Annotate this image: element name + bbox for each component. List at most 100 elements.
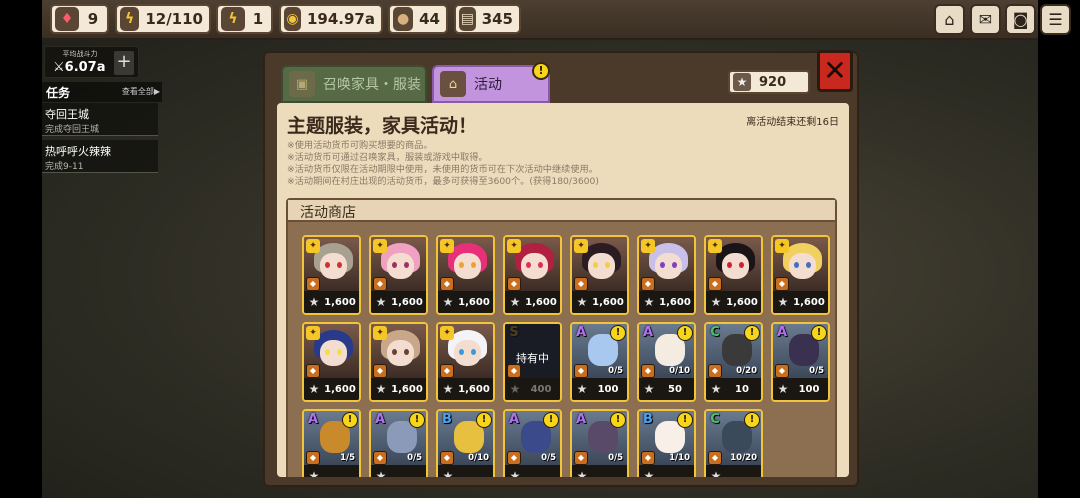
currency-value: 920 [759,74,787,90]
shop-item-card[interactable]: S持有中◆★400 [503,322,562,402]
star-coin-icon: ★ [308,295,320,309]
event-token-icon: ◆ [306,277,320,291]
event-token-icon: ◆ [373,451,387,465]
star-coin-icon: ★ [509,382,521,396]
event-token-icon: ◆ [574,277,588,291]
star-coin-icon: ★ [643,295,655,309]
tab-summon-furniture[interactable]: ▣ 召唤家具・服装 [281,65,427,103]
price-bar: ★ 100 [773,378,828,400]
costume-badge-icon: ✦ [306,326,320,340]
resource-gold: ◉ 194.97a [279,4,383,34]
shop-item-card[interactable]: A 0/5! ◆ ★ [503,409,562,477]
quest-view-all-link[interactable]: 查看全部▶ [122,86,160,97]
grade-label: C [710,325,720,340]
costume-badge-icon: ✦ [507,239,521,253]
stock-count: 0/5 [608,366,623,376]
shop-item-card[interactable]: B 0/10! ◆ ★ [436,409,495,477]
tab-label: 活动 [474,77,502,93]
shop-item-card[interactable]: A 0/10! ◆ ★ 50 [637,322,696,402]
event-token-icon: ◆ [708,277,722,291]
menu-button[interactable]: ☰ [1040,4,1071,35]
shop-item-card[interactable]: ✦ ◆ ★ 1,600 [503,235,562,315]
resource-boost: ϟ 1 [216,4,273,34]
price-bar: ★ [438,465,493,477]
star-coin-icon: ★ [643,382,655,396]
price-bar: ★ [572,465,627,477]
costume-badge-icon: ✦ [306,239,320,253]
event-token-icon: ◆ [373,277,387,291]
event-panel: 主题服装，家具活动！ 离活动结束还剩16日 ※使用活动货币可购买想要的商品。 ※… [277,103,849,477]
resource-value: 1 [252,10,264,28]
note-line: ※活动期间在村庄出现的活动货币，最多可获得至3600个。(获得180/3600) [287,176,599,187]
item-price: 1,600 [659,296,691,308]
quest-item[interactable]: 热呼呼火辣辣 完成9-11 [42,140,158,173]
event-token-icon: ◆ [574,451,588,465]
camera-button[interactable]: ◙ [1005,4,1036,35]
price-bar: ★ [639,465,694,477]
note-line: ※活动货币可通过召唤家具，服装或游戏中取得。 [287,152,488,163]
resource-value: 9 [87,10,99,28]
shop-item-card[interactable]: A 1/5! ◆ ★ [302,409,361,477]
stock-count: 10/20 [730,453,757,463]
item-price: 1,600 [324,383,356,395]
shop-item-card[interactable]: ✦ ◆ ★ 1,600 [302,235,361,315]
page-title: 主题服装，家具活动！ [287,115,478,137]
shop-icon: ⌂ [440,71,466,97]
lightning-icon: ϟ [120,7,140,31]
alert-icon: ! [744,325,760,341]
shop-item-card[interactable]: ✦ ◆ ★ 1,600 [771,235,830,315]
item-price: 100 [597,383,619,395]
shop-item-card[interactable]: A 0/5! ◆ ★ 100 [771,322,830,402]
resource-value: 12/110 [145,10,203,28]
event-remaining-time: 离活动结束还剩16日 [746,117,839,128]
shop-item-card[interactable]: ✦ ◆ ★ 1,600 [704,235,763,315]
shop-item-card[interactable]: A 0/5! ◆ ★ 100 [570,322,629,402]
shop-item-card[interactable]: ✦ ◆ ★ 1,600 [369,235,428,315]
event-shop: 活动商店 ✦ ◆ ★ 1,600 ✦ ◆ ★ 1,600 ✦ ◆ ★ 1,600 ✦ ◆ ★ 1,600 ✦ ◆ ★… [286,198,837,477]
mail-button[interactable]: ✉ [970,4,1001,35]
shop-header: 活动商店 [288,200,835,222]
star-coin-icon: ★ [375,295,387,309]
quest-item[interactable]: 夺回王城 完成夺回王城 [42,103,158,136]
price-bar: ★ 1,600 [773,291,828,313]
price-bar: ★ 1,600 [371,291,426,313]
close-button[interactable]: ✕ [817,50,853,92]
quest-item-sub: 完成夺回王城 [45,125,100,135]
resource-stamina: ϟ 12/110 [115,4,211,34]
item-price: 400 [530,383,552,395]
star-coin-icon: ★ [576,469,588,477]
event-token-icon: ◆ [507,451,521,465]
menu-icon: ☰ [1048,10,1063,29]
event-token-icon: ◆ [373,364,387,378]
chest-icon: ▣ [289,71,315,97]
event-token-icon: ◆ [641,277,655,291]
shop-item-card[interactable]: A 0/5! ◆ ★ [570,409,629,477]
star-coin-icon: ★ [442,382,454,396]
shop-item-card[interactable]: ✦ ◆ ★ 1,600 [302,322,361,402]
price-bar: ★ 1,600 [572,291,627,313]
item-price: 1,600 [391,383,423,395]
shop-item-card[interactable]: ✦ ◆ ★ 1,600 [369,322,428,402]
price-bar: ★ 1,600 [639,291,694,313]
stock-count: 0/20 [736,366,757,376]
power-plus-button[interactable]: + [114,51,134,75]
shop-item-card[interactable]: A 0/5! ◆ ★ [369,409,428,477]
grade-label: A [307,412,319,427]
stock-count: 0/5 [608,453,623,463]
note-line: ※活动货币仅限在活动期限中使用，未使用的货币可在下次活动中继续使用。 [287,164,598,175]
shop-item-card[interactable]: ✦ ◆ ★ 1,600 [637,235,696,315]
shop-item-card[interactable]: C 10/20! ◆ ★ [704,409,763,477]
price-bar: ★ 50 [639,378,694,400]
alert-icon: ! [342,412,358,428]
shop-item-card[interactable]: ✦ ◆ ★ 1,600 [436,235,495,315]
costume-badge-icon: ✦ [440,326,454,340]
star-coin-icon: ★ [710,469,722,477]
shop-item-card[interactable]: ✦ ◆ ★ 1,600 [436,322,495,402]
home-button[interactable]: ⌂ [934,4,965,35]
shop-item-card[interactable]: ✦ ◆ ★ 1,600 [570,235,629,315]
price-bar: ★ 400 [505,378,560,400]
event-token-icon: ◆ [641,451,655,465]
shop-item-card[interactable]: B 1/10! ◆ ★ [637,409,696,477]
shop-item-card[interactable]: C 0/20! ◆ ★ 10 [704,322,763,402]
item-price: 100 [798,383,820,395]
